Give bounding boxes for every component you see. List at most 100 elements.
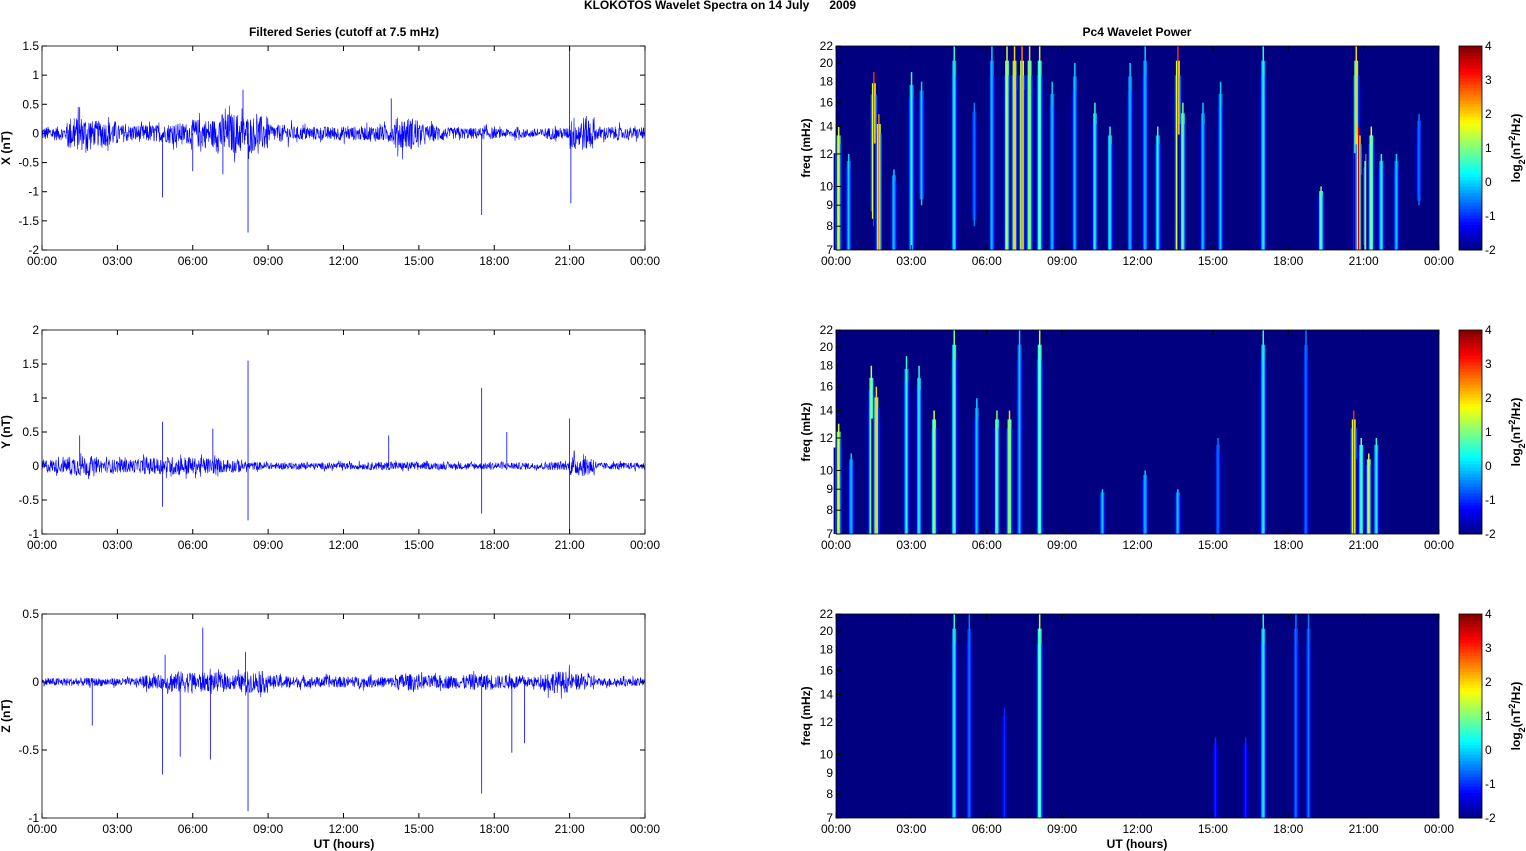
wavelet-event-column — [880, 133, 883, 250]
colorbar-segment — [1459, 457, 1482, 462]
wavelet-event-column — [949, 90, 951, 251]
x-tick-label: 06:00 — [972, 822, 1002, 836]
colorbar-segment — [1459, 119, 1482, 123]
x-tick-label: 15:00 — [404, 538, 434, 552]
y-axis-label: Y (nT) — [0, 415, 13, 449]
wavelet-event-column — [1181, 498, 1183, 534]
colorbar-segment — [1459, 502, 1482, 506]
wavelet-event-column — [1258, 90, 1260, 251]
wavelet-event-column — [1303, 658, 1306, 818]
y-tick-label: 0.5 — [22, 97, 39, 111]
wavelet-event-column — [1379, 458, 1382, 534]
wavelet-event-column — [854, 470, 857, 534]
colorbar-segment — [1459, 393, 1482, 398]
y-tick-label: 9 — [826, 482, 833, 496]
wavelet-event-column — [1133, 103, 1136, 251]
wavelet-event-column — [1043, 658, 1045, 818]
x-tick-label: 21:00 — [555, 254, 585, 268]
wavelet-event-column — [1152, 153, 1155, 250]
x-tick-label: 00:00 — [630, 254, 660, 268]
x-tick-label: 09:00 — [253, 254, 283, 268]
wavelet-event-column — [901, 394, 904, 534]
colorbar-segment — [1459, 377, 1482, 382]
wavelet-event-column — [1266, 658, 1269, 818]
colorbar-segment — [1459, 629, 1482, 634]
wavelet-event-column — [1104, 495, 1106, 534]
wavelet-event-column — [1371, 458, 1373, 534]
colorbar-segment — [1459, 106, 1482, 111]
wavelet-event-column — [1009, 90, 1012, 251]
wavelet-event-column — [1376, 174, 1379, 250]
colorbar-tick-label: 0 — [1485, 743, 1492, 757]
colorbar-segment — [1459, 202, 1482, 206]
colorbar-segment — [1459, 731, 1482, 736]
x-tick-label: 00:00 — [27, 254, 57, 268]
colorbar-segment — [1459, 773, 1482, 778]
y-tick-label: 1 — [32, 391, 39, 405]
wavelet-event-column — [957, 658, 960, 818]
wavelet-event-column — [1014, 374, 1017, 534]
y-tick-label: 0.5 — [22, 425, 39, 439]
colorbar-segment — [1459, 486, 1482, 490]
wavelet-event-column — [1000, 437, 1002, 534]
wavelet-event-column — [1366, 153, 1368, 250]
y-tick-label: 22 — [820, 323, 834, 337]
colorbar-segment — [1459, 626, 1482, 631]
colorbar-segment — [1459, 454, 1482, 458]
wavelet-event-column — [1197, 134, 1200, 250]
colorbar-segment — [1459, 237, 1482, 241]
wavelet-event-column — [1222, 105, 1224, 250]
colorbar-segment — [1459, 384, 1482, 388]
colorbar-segment — [1459, 243, 1482, 248]
colorbar-segment — [1459, 52, 1482, 57]
colorbar-segment — [1459, 141, 1482, 146]
colorbar-segment — [1459, 467, 1482, 471]
wavelet-event-column — [964, 658, 966, 818]
wavelet-event-column — [1300, 374, 1303, 534]
colorbar-segment — [1459, 763, 1482, 768]
colorbar-segment — [1459, 661, 1482, 666]
colorbar-tick-label: 0 — [1485, 175, 1492, 189]
wavelet-event-column — [1053, 105, 1056, 250]
colorbar-segment — [1459, 179, 1482, 184]
colorbar-segment — [1459, 333, 1482, 337]
colorbar-segment — [1459, 633, 1482, 637]
y-tick-label: 18 — [820, 643, 834, 657]
colorbar-segment — [1459, 655, 1482, 660]
colorbar-segment — [1459, 696, 1482, 701]
x-tick-label: 12:00 — [1122, 538, 1152, 552]
colorbar-segment — [1459, 652, 1482, 656]
y-axis-label: Z (nT) — [0, 699, 13, 732]
colorbar-segment — [1459, 55, 1482, 60]
figure-title: KLOKOTOS Wavelet Spectra on 14 July 2009 — [584, 0, 856, 12]
wavelet-event-column — [929, 437, 931, 534]
wavelet-event-column — [1324, 200, 1327, 250]
wavelet-event-column — [882, 143, 884, 250]
wavelet-event-column — [1125, 103, 1127, 251]
wavelet-event-column — [833, 153, 836, 250]
y-tick-label: -0.5 — [18, 156, 39, 170]
wavelet-event-column — [949, 658, 951, 818]
wavelet-event-column — [868, 105, 871, 205]
colorbar-tick-label: 3 — [1485, 357, 1492, 371]
wavelet-event-column — [1034, 658, 1037, 818]
x-tick-label: 12:00 — [328, 822, 358, 836]
x-tick-label: 03:00 — [896, 538, 926, 552]
heatmap-background — [836, 330, 1439, 534]
wavelet-event-column — [1007, 731, 1010, 818]
colorbar-segment — [1459, 805, 1482, 809]
wavelet-event-column — [1414, 133, 1416, 193]
colorbar-segment — [1459, 345, 1482, 350]
colorbar-segment — [1459, 422, 1482, 427]
wavelet-event-column — [879, 418, 882, 534]
left-column-title: Filtered Series (cutoff at 7.5 mHz) — [249, 25, 439, 39]
x-tick-label: 06:00 — [178, 538, 208, 552]
y-tick-label: 12 — [820, 147, 834, 161]
wavelet-event-column — [1218, 754, 1221, 818]
wavelet-event-column — [1363, 470, 1366, 534]
colorbar-segment — [1459, 636, 1482, 640]
colorbar-segment — [1459, 665, 1482, 669]
colorbar-segment — [1459, 381, 1482, 385]
colorbar-segment — [1459, 355, 1482, 360]
wavelet-event-column — [1210, 754, 1213, 818]
